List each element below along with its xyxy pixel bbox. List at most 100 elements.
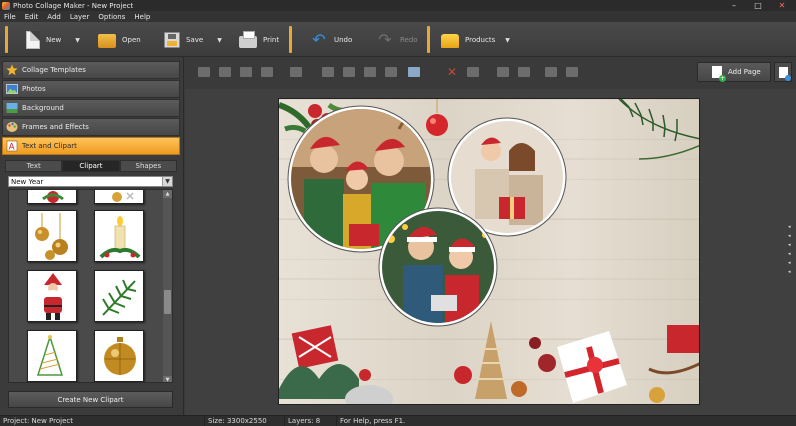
star-icon xyxy=(6,64,18,76)
lock-icon xyxy=(566,67,578,77)
handle-arrow-icon[interactable]: ◂ xyxy=(788,269,796,275)
minimize-button[interactable]: – xyxy=(722,0,746,11)
menu-bar: File Edit Add Layer Options Help xyxy=(0,11,796,22)
clipart-gold-ornament-ball[interactable] xyxy=(94,330,144,382)
window-title: Photo Collage Maker - New Project xyxy=(13,1,134,10)
clipart-christmas-tree[interactable] xyxy=(27,330,77,382)
section-frames-effects[interactable]: Frames and Effects xyxy=(2,118,180,136)
menu-layer[interactable]: Layer xyxy=(70,13,90,21)
clipart-scrollbar[interactable]: ▲ ▼ xyxy=(163,190,172,382)
new-document-icon xyxy=(26,31,40,49)
page-settings-button[interactable] xyxy=(774,62,792,82)
handle-arrow-icon[interactable]: ◂ xyxy=(788,242,796,248)
add-page-button[interactable]: Add Page xyxy=(697,62,771,82)
handle-arrow-icon[interactable]: ◂ xyxy=(788,251,796,257)
bring-to-front-button[interactable] xyxy=(195,64,213,80)
section-label: Frames and Effects xyxy=(22,123,89,131)
rotate-left-icon xyxy=(322,67,334,77)
save-button-label: Save xyxy=(186,36,204,44)
photo-collage-maker-window: Photo Collage Maker - New Project – □ ✕ … xyxy=(0,0,796,426)
section-background[interactable]: Background xyxy=(2,99,180,117)
menu-help[interactable]: Help xyxy=(134,13,150,21)
menu-file[interactable]: File xyxy=(4,13,16,21)
align-button[interactable] xyxy=(287,64,305,80)
close-button[interactable]: ✕ xyxy=(770,0,794,11)
clipart-category-select[interactable]: New Year ▼ xyxy=(8,176,173,187)
scroll-thumb[interactable] xyxy=(164,290,171,314)
magic-button[interactable] xyxy=(515,64,533,80)
redo-button-label: Redo xyxy=(400,36,418,44)
page-settings-icon xyxy=(778,66,791,81)
clipart-christmas-ornament-partial[interactable] xyxy=(27,190,77,204)
handle-arrow-icon[interactable]: ◂ xyxy=(788,260,796,266)
category-value: New Year xyxy=(11,177,44,186)
new-button[interactable]: New ▼ xyxy=(26,27,80,53)
toolbar-separator xyxy=(427,26,430,53)
send-to-back-button[interactable] xyxy=(258,64,276,80)
products-button[interactable]: Products ▼ xyxy=(441,27,510,53)
collage-canvas[interactable] xyxy=(278,98,700,405)
new-dropdown-caret[interactable]: ▼ xyxy=(75,37,80,44)
scroll-down-arrow[interactable]: ▼ xyxy=(163,376,172,382)
chevron-down-icon[interactable]: ▼ xyxy=(162,177,172,186)
lock-button[interactable] xyxy=(563,64,581,80)
clipart-fir-branch[interactable] xyxy=(94,270,144,322)
save-dropdown-caret[interactable]: ▼ xyxy=(217,37,222,44)
clipart-gold-ball-ornaments[interactable] xyxy=(27,210,77,262)
status-project: Project: New Project xyxy=(0,415,205,426)
canvas-side-handles[interactable]: ◂ ◂ ◂ ◂ ◂ ◂ xyxy=(788,224,796,275)
gear-icon xyxy=(545,67,557,77)
undo-button[interactable]: ↶ Undo xyxy=(310,27,352,53)
handle-arrow-icon[interactable]: ◂ xyxy=(788,233,796,239)
bring-forward-button[interactable] xyxy=(216,64,234,80)
effects-button[interactable] xyxy=(494,64,512,80)
redo-button[interactable]: ↷ Redo xyxy=(376,27,418,53)
tab-shapes[interactable]: Shapes xyxy=(119,160,177,172)
delete-button[interactable]: ✕ xyxy=(443,64,461,80)
print-button[interactable]: Print xyxy=(239,27,279,53)
hand-icon xyxy=(497,67,509,77)
save-button[interactable]: Save ▼ xyxy=(164,27,222,53)
crop-icon xyxy=(467,67,479,77)
flip-vertical-button[interactable] xyxy=(382,64,400,80)
photo-icon xyxy=(6,83,18,95)
rotate-right-button[interactable] xyxy=(340,64,358,80)
flip-horizontal-button[interactable] xyxy=(361,64,379,80)
magic-wand-icon xyxy=(518,67,530,77)
maximize-button[interactable]: □ xyxy=(746,0,770,11)
products-button-label: Products xyxy=(465,36,496,44)
tab-text[interactable]: Text xyxy=(5,160,63,172)
section-label: Collage Templates xyxy=(22,66,86,74)
main-toolbar: New ▼ Open Save ▼ Print ↶ Undo ↷ Redo Pr… xyxy=(0,22,796,57)
clipart-list: ▲ ▼ xyxy=(8,189,173,383)
send-backward-button[interactable] xyxy=(237,64,255,80)
section-label: Text and Clipart xyxy=(22,142,77,150)
products-dropdown-caret[interactable]: ▼ xyxy=(505,37,510,44)
scroll-up-arrow[interactable]: ▲ xyxy=(163,190,172,198)
bottom-decorations xyxy=(279,321,699,404)
clipart-subtabs: Text Clipart Shapes xyxy=(5,160,177,172)
crop-button[interactable] xyxy=(464,64,482,80)
collage-artwork xyxy=(279,99,699,404)
clipart-golden-candle[interactable] xyxy=(94,210,144,262)
menu-options[interactable]: Options xyxy=(98,13,125,21)
menu-edit[interactable]: Edit xyxy=(25,13,39,21)
section-collage-templates[interactable]: Collage Templates xyxy=(2,61,180,79)
section-photos[interactable]: Photos xyxy=(2,80,180,98)
tab-clipart[interactable]: Clipart xyxy=(62,160,120,172)
folder-icon xyxy=(98,34,116,48)
fit-button[interactable] xyxy=(405,64,423,80)
handle-arrow-icon[interactable]: ◂ xyxy=(788,224,796,230)
clipart-snowflake-partial[interactable] xyxy=(94,190,144,204)
open-button[interactable]: Open xyxy=(98,27,141,53)
background-icon xyxy=(6,102,18,114)
left-panel: Collage Templates Photos Background Fram… xyxy=(0,57,184,415)
properties-button[interactable] xyxy=(542,64,560,80)
rotate-left-button[interactable] xyxy=(319,64,337,80)
menu-add[interactable]: Add xyxy=(47,13,61,21)
rotate-right-icon xyxy=(343,67,355,77)
create-new-clipart-button[interactable]: Create New Clipart xyxy=(8,391,173,408)
clipart-santa-claus[interactable] xyxy=(27,270,77,322)
delete-x-icon: ✕ xyxy=(446,65,458,79)
section-text-clipart[interactable]: A Text and Clipart xyxy=(2,137,180,155)
